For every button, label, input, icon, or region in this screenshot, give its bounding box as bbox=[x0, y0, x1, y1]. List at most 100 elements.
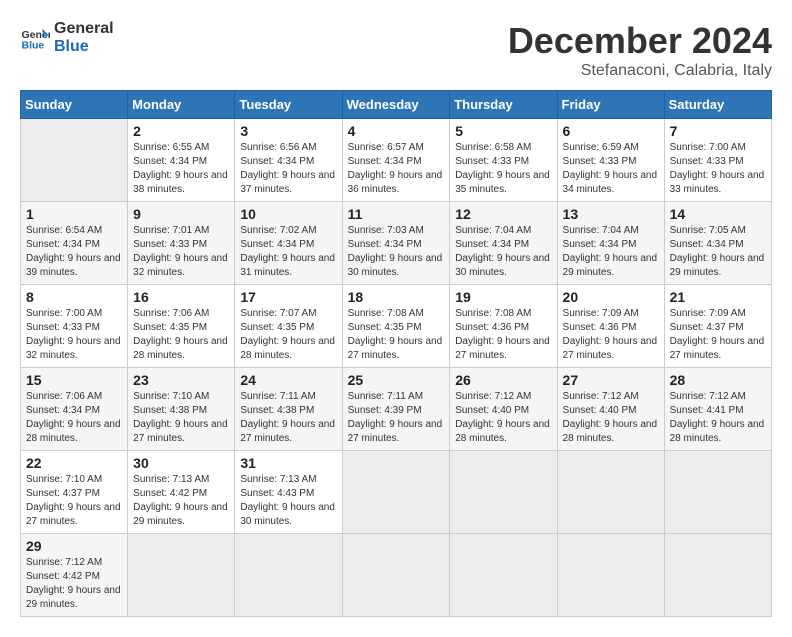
calendar-cell-29: 29 Sunrise: 7:12 AM Sunset: 4:42 PM Dayl… bbox=[21, 534, 128, 617]
calendar-week-0: 2 Sunrise: 6:55 AM Sunset: 4:34 PM Dayli… bbox=[21, 119, 772, 202]
day-info: Sunrise: 6:58 AM Sunset: 4:33 PM Dayligh… bbox=[455, 141, 551, 197]
calendar-week-2: 8 Sunrise: 7:00 AM Sunset: 4:33 PM Dayli… bbox=[21, 285, 772, 368]
title-section: December 2024 Stefanaconi, Calabria, Ita… bbox=[508, 20, 772, 80]
day-info: Sunrise: 6:54 AM Sunset: 4:34 PM Dayligh… bbox=[26, 224, 122, 280]
calendar-cell-empty-4-3 bbox=[342, 451, 450, 534]
calendar-cell-empty-5-3 bbox=[342, 534, 450, 617]
day-number: 8 bbox=[26, 289, 122, 305]
calendar-cell-8: 8 Sunrise: 7:00 AM Sunset: 4:33 PM Dayli… bbox=[21, 285, 128, 368]
calendar-week-3: 15 Sunrise: 7:06 AM Sunset: 4:34 PM Dayl… bbox=[21, 368, 772, 451]
location-title: Stefanaconi, Calabria, Italy bbox=[508, 62, 772, 80]
calendar-cell-empty-5-5 bbox=[557, 534, 664, 617]
day-info: Sunrise: 7:03 AM Sunset: 4:34 PM Dayligh… bbox=[348, 224, 445, 280]
calendar-cell-22: 22 Sunrise: 7:10 AM Sunset: 4:37 PM Dayl… bbox=[21, 451, 128, 534]
day-number: 2 bbox=[133, 123, 229, 139]
day-info: Sunrise: 6:59 AM Sunset: 4:33 PM Dayligh… bbox=[563, 141, 659, 197]
day-number: 28 bbox=[670, 372, 766, 388]
day-info: Sunrise: 7:05 AM Sunset: 4:34 PM Dayligh… bbox=[670, 224, 766, 280]
day-number: 29 bbox=[26, 538, 122, 554]
day-info: Sunrise: 7:12 AM Sunset: 4:40 PM Dayligh… bbox=[563, 390, 659, 446]
calendar-cell-empty-5-4 bbox=[450, 534, 557, 617]
calendar-cell-15: 15 Sunrise: 7:06 AM Sunset: 4:34 PM Dayl… bbox=[21, 368, 128, 451]
day-number: 19 bbox=[455, 289, 551, 305]
day-info: Sunrise: 7:00 AM Sunset: 4:33 PM Dayligh… bbox=[670, 141, 766, 197]
day-number: 14 bbox=[670, 206, 766, 222]
day-number: 7 bbox=[670, 123, 766, 139]
calendar-week-4: 22 Sunrise: 7:10 AM Sunset: 4:37 PM Dayl… bbox=[21, 451, 772, 534]
day-number: 9 bbox=[133, 206, 229, 222]
calendar-cell-31: 31 Sunrise: 7:13 AM Sunset: 4:43 PM Dayl… bbox=[235, 451, 342, 534]
calendar-week-5: 29 Sunrise: 7:12 AM Sunset: 4:42 PM Dayl… bbox=[21, 534, 772, 617]
calendar-cell-28: 28 Sunrise: 7:12 AM Sunset: 4:41 PM Dayl… bbox=[664, 368, 771, 451]
col-tuesday: Tuesday bbox=[235, 91, 342, 119]
day-number: 5 bbox=[455, 123, 551, 139]
day-number: 23 bbox=[133, 372, 229, 388]
col-wednesday: Wednesday bbox=[342, 91, 450, 119]
logo-text-line1: General bbox=[54, 20, 114, 38]
calendar-cell-14: 14 Sunrise: 7:05 AM Sunset: 4:34 PM Dayl… bbox=[664, 202, 771, 285]
calendar-cell-empty-5-6 bbox=[664, 534, 771, 617]
day-number: 12 bbox=[455, 206, 551, 222]
day-number: 24 bbox=[240, 372, 336, 388]
day-info: Sunrise: 7:08 AM Sunset: 4:36 PM Dayligh… bbox=[455, 307, 551, 363]
calendar-cell-empty-5-1 bbox=[128, 534, 235, 617]
calendar-cell-empty-4-6 bbox=[664, 451, 771, 534]
day-number: 10 bbox=[240, 206, 336, 222]
day-number: 17 bbox=[240, 289, 336, 305]
day-info: Sunrise: 7:12 AM Sunset: 4:41 PM Dayligh… bbox=[670, 390, 766, 446]
day-info: Sunrise: 7:06 AM Sunset: 4:35 PM Dayligh… bbox=[133, 307, 229, 363]
calendar-cell-5: 5 Sunrise: 6:58 AM Sunset: 4:33 PM Dayli… bbox=[450, 119, 557, 202]
day-number: 31 bbox=[240, 455, 336, 471]
calendar-cell-16: 16 Sunrise: 7:06 AM Sunset: 4:35 PM Dayl… bbox=[128, 285, 235, 368]
header-row: Sunday Monday Tuesday Wednesday Thursday… bbox=[21, 91, 772, 119]
day-number: 16 bbox=[133, 289, 229, 305]
day-number: 27 bbox=[563, 372, 659, 388]
day-number: 13 bbox=[563, 206, 659, 222]
day-info: Sunrise: 7:12 AM Sunset: 4:40 PM Dayligh… bbox=[455, 390, 551, 446]
day-info: Sunrise: 7:07 AM Sunset: 4:35 PM Dayligh… bbox=[240, 307, 336, 363]
day-info: Sunrise: 7:09 AM Sunset: 4:36 PM Dayligh… bbox=[563, 307, 659, 363]
calendar-cell-7: 7 Sunrise: 7:00 AM Sunset: 4:33 PM Dayli… bbox=[664, 119, 771, 202]
calendar-cell-26: 26 Sunrise: 7:12 AM Sunset: 4:40 PM Dayl… bbox=[450, 368, 557, 451]
col-friday: Friday bbox=[557, 91, 664, 119]
calendar-cell-empty-5-2 bbox=[235, 534, 342, 617]
day-info: Sunrise: 7:02 AM Sunset: 4:34 PM Dayligh… bbox=[240, 224, 336, 280]
logo: General Blue General Blue bbox=[20, 20, 114, 55]
day-number: 6 bbox=[563, 123, 659, 139]
day-number: 11 bbox=[348, 206, 445, 222]
header: General Blue General Blue December 2024 … bbox=[20, 20, 772, 80]
calendar-cell-11: 11 Sunrise: 7:03 AM Sunset: 4:34 PM Dayl… bbox=[342, 202, 450, 285]
calendar-cell-21: 21 Sunrise: 7:09 AM Sunset: 4:37 PM Dayl… bbox=[664, 285, 771, 368]
day-info: Sunrise: 7:06 AM Sunset: 4:34 PM Dayligh… bbox=[26, 390, 122, 446]
day-info: Sunrise: 7:10 AM Sunset: 4:37 PM Dayligh… bbox=[26, 473, 122, 529]
day-info: Sunrise: 7:11 AM Sunset: 4:38 PM Dayligh… bbox=[240, 390, 336, 446]
calendar-cell-empty-4-4 bbox=[450, 451, 557, 534]
day-info: Sunrise: 6:57 AM Sunset: 4:34 PM Dayligh… bbox=[348, 141, 445, 197]
month-title: December 2024 bbox=[508, 20, 772, 62]
day-number: 1 bbox=[26, 206, 122, 222]
calendar-cell-2: 2 Sunrise: 6:55 AM Sunset: 4:34 PM Dayli… bbox=[128, 119, 235, 202]
day-info: Sunrise: 7:12 AM Sunset: 4:42 PM Dayligh… bbox=[26, 556, 122, 612]
col-thursday: Thursday bbox=[450, 91, 557, 119]
svg-text:Blue: Blue bbox=[22, 39, 45, 51]
logo-icon: General Blue bbox=[20, 23, 50, 53]
calendar-cell-4: 4 Sunrise: 6:57 AM Sunset: 4:34 PM Dayli… bbox=[342, 119, 450, 202]
day-info: Sunrise: 7:00 AM Sunset: 4:33 PM Dayligh… bbox=[26, 307, 122, 363]
calendar-cell-3: 3 Sunrise: 6:56 AM Sunset: 4:34 PM Dayli… bbox=[235, 119, 342, 202]
calendar-cell-1: 1 Sunrise: 6:54 AM Sunset: 4:34 PM Dayli… bbox=[21, 202, 128, 285]
day-number: 15 bbox=[26, 372, 122, 388]
day-number: 22 bbox=[26, 455, 122, 471]
calendar-cell-9: 9 Sunrise: 7:01 AM Sunset: 4:33 PM Dayli… bbox=[128, 202, 235, 285]
day-info: Sunrise: 7:04 AM Sunset: 4:34 PM Dayligh… bbox=[563, 224, 659, 280]
calendar-cell-27: 27 Sunrise: 7:12 AM Sunset: 4:40 PM Dayl… bbox=[557, 368, 664, 451]
calendar-week-1: 1 Sunrise: 6:54 AM Sunset: 4:34 PM Dayli… bbox=[21, 202, 772, 285]
col-saturday: Saturday bbox=[664, 91, 771, 119]
day-number: 26 bbox=[455, 372, 551, 388]
calendar-cell-6: 6 Sunrise: 6:59 AM Sunset: 4:33 PM Dayli… bbox=[557, 119, 664, 202]
day-number: 3 bbox=[240, 123, 336, 139]
calendar-cell-24: 24 Sunrise: 7:11 AM Sunset: 4:38 PM Dayl… bbox=[235, 368, 342, 451]
day-number: 20 bbox=[563, 289, 659, 305]
day-info: Sunrise: 6:56 AM Sunset: 4:34 PM Dayligh… bbox=[240, 141, 336, 197]
calendar-cell-13: 13 Sunrise: 7:04 AM Sunset: 4:34 PM Dayl… bbox=[557, 202, 664, 285]
day-info: Sunrise: 7:11 AM Sunset: 4:39 PM Dayligh… bbox=[348, 390, 445, 446]
